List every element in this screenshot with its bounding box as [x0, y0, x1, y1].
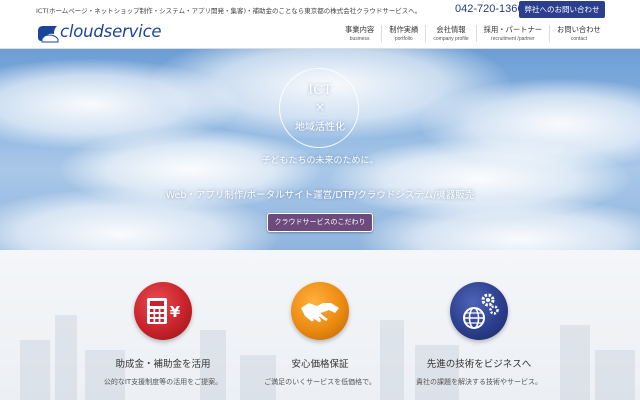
badge-line-cross: ×: [314, 100, 326, 114]
hero-services: Web・アプリ制作/ポータルサイト運営/DTP/クラウドシステム/機器販売: [165, 190, 475, 201]
badge-line-regional: 地域活性化: [295, 122, 345, 133]
badge-line-ict: ICT: [308, 83, 332, 98]
nav-label: 制作実績: [389, 25, 419, 34]
feature-title: 助成金・補助金を活用: [115, 359, 211, 370]
nav-label: お問い合わせ: [557, 25, 601, 34]
site-tagline: ICT(ホームページ・ネットショップ制作・システム・アプリ開発・集客)・補助金の…: [36, 7, 422, 15]
site-header: cloudservice 事業内容 business 制作実績 portfoli…: [0, 19, 640, 49]
feature-desc: ご満足のいくサービスを低価格で。: [264, 378, 376, 386]
nav-sublabel: portfolio: [394, 36, 413, 42]
commitment-button[interactable]: クラウドサービスのこだわり: [267, 213, 373, 232]
nav-item-recruitment[interactable]: 採用・パートナー recruitment /partner: [475, 25, 549, 42]
city-skyline: [55, 315, 77, 400]
nav-item-business[interactable]: 事業内容 business: [338, 25, 381, 42]
nav-sublabel: contact: [570, 36, 587, 42]
features-section: ¥ 助成金・補助金を活用 公的なIT支援制度等の活用をご提案。 安心価格保証 ご…: [0, 250, 640, 400]
contact-button[interactable]: 弊社へのお問い合わせ: [519, 1, 605, 18]
globe-gears-icon: [450, 282, 508, 340]
logo-text: cloudservice: [60, 22, 162, 41]
nav-item-contact[interactable]: お問い合わせ contact: [549, 25, 608, 42]
site-logo[interactable]: cloudservice: [38, 22, 170, 46]
nav-label: 事業内容: [345, 25, 375, 34]
feature-title: 安心価格保証: [291, 359, 349, 370]
nav-sublabel: business: [349, 36, 370, 42]
feature-desc: 公的なIT支援制度等の活用をご提案。: [103, 378, 223, 386]
city-skyline: [595, 350, 635, 400]
hero-banner: ICT × 地域活性化 子どもたちの未来のために。 Web・アプリ制作/ポータル…: [0, 49, 640, 250]
nav-item-portfolio[interactable]: 制作実績 portfolio: [381, 25, 425, 42]
hero-badge: ICT × 地域活性化: [279, 68, 359, 148]
nav-sublabel: company profile: [433, 36, 469, 42]
city-skyline: [415, 345, 459, 400]
nav-item-company[interactable]: 会社情報 company profile: [425, 25, 475, 42]
nav-sublabel: recruitment /partner: [491, 36, 535, 42]
nav-label: 会社情報: [436, 25, 466, 34]
top-bar: ICT(ホームページ・ネットショップ制作・システム・アプリ開発・集客)・補助金の…: [0, 0, 640, 19]
cloud-logo-icon: [38, 26, 59, 43]
nav-label: 採用・パートナー: [483, 25, 543, 34]
handshake-icon: [291, 282, 349, 340]
calculator-yen-icon: ¥: [134, 282, 192, 340]
svg-text:¥: ¥: [170, 303, 181, 321]
city-skyline: [20, 340, 50, 400]
feature-desc: 貴社の課題を解決する技術やサービス。: [416, 378, 542, 386]
feature-title: 先進の技術をビジネスへ: [426, 359, 532, 370]
city-skyline: [560, 325, 590, 400]
phone-number[interactable]: 042-720-1366: [455, 3, 524, 15]
main-nav: 事業内容 business 制作実績 portfolio 会社情報 compan…: [338, 25, 608, 42]
hero-subtitle: 子どもたちの未来のために。: [261, 156, 379, 166]
